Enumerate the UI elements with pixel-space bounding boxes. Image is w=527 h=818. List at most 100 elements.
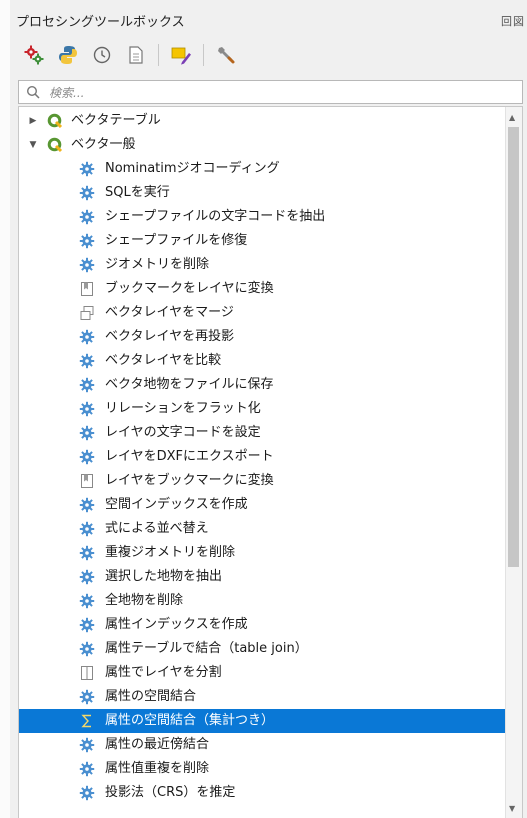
vertical-scrollbar[interactable]: ▲ ▼ xyxy=(505,107,522,818)
tree-item[interactable]: 式による並べ替え xyxy=(19,517,506,541)
tree-item[interactable]: 属性值重複を削除 xyxy=(19,757,506,781)
tree-group-vector-table[interactable]: ▶ ベクタテーブル xyxy=(19,109,506,133)
algorithm-gear-icon xyxy=(79,209,95,225)
algorithm-gear-icon xyxy=(79,257,95,273)
tree-item-label: ブックマークをレイヤに変換 xyxy=(105,281,274,296)
scroll-up-icon[interactable]: ▲ xyxy=(509,113,515,122)
tree-item-selected[interactable]: 属性の空間結合（集計つき） xyxy=(19,709,506,733)
algorithm-gear-icon xyxy=(79,185,95,201)
history-clock-icon[interactable] xyxy=(88,41,116,69)
tree-item[interactable]: 選択した地物を抽出 xyxy=(19,565,506,589)
python-scripts-icon[interactable] xyxy=(54,41,82,69)
tree-item[interactable]: レイヤの文字コードを設定 xyxy=(19,421,506,445)
tree-item-label: 属性でレイヤを分割 xyxy=(105,665,222,680)
search-input[interactable] xyxy=(47,83,511,103)
tree-item[interactable]: 重複ジオメトリを削除 xyxy=(19,541,506,565)
algorithm-tree: ▶ ベクタテーブル ▼ ベクタ一般 Nominatimジオコーディング SQLを実… xyxy=(18,106,523,818)
tree-item[interactable]: レイヤをブックマークに変換 xyxy=(19,469,506,493)
sigma-icon xyxy=(79,713,95,729)
tree-item-label: ベクタレイヤをマージ xyxy=(105,305,234,320)
tree-item-label: リレーションをフラット化 xyxy=(105,401,261,416)
tree-item-label: 投影法（CRS）を推定 xyxy=(105,785,236,800)
tree-item-label: 空間インデックスを作成 xyxy=(105,497,248,512)
bookmark-icon xyxy=(79,473,95,489)
tree-item-label: 式による並べ替え xyxy=(105,521,209,536)
algorithm-gear-icon xyxy=(79,785,95,801)
algorithm-gear-icon xyxy=(79,425,95,441)
algorithm-gear-icon xyxy=(79,329,95,345)
scroll-down-icon[interactable]: ▼ xyxy=(509,804,515,813)
results-viewer-icon[interactable] xyxy=(122,41,150,69)
search-icon xyxy=(26,85,40,99)
tree-item[interactable]: Nominatimジオコーディング xyxy=(19,157,506,181)
algorithm-gear-icon xyxy=(79,593,95,609)
scrollbar-thumb[interactable] xyxy=(508,127,519,567)
tree-item-label: シェープファイルを修復 xyxy=(105,233,248,248)
algorithm-gear-icon xyxy=(79,377,95,393)
tree-item-label: シェープファイルの文字コードを抽出 xyxy=(105,209,326,224)
tree-item[interactable]: レイヤをDXFにエクスポート xyxy=(19,445,506,469)
tree-item-label: 属性の最近傍結合 xyxy=(105,737,210,752)
toolbar-separator xyxy=(203,44,204,66)
tree-item-label: 選択した地物を抽出 xyxy=(105,569,223,584)
edit-features-in-place-icon[interactable] xyxy=(167,41,195,69)
tree-item-label: レイヤの文字コードを設定 xyxy=(105,425,261,440)
tree-item-label: 属性の空間結合（集計つき） xyxy=(105,713,275,728)
tree-group-vector-general[interactable]: ▼ ベクタ一般 xyxy=(19,133,506,157)
tree-item[interactable]: ベクタレイヤをマージ xyxy=(19,301,506,325)
tree-item-label: 属性の空間結合 xyxy=(105,689,197,704)
collapse-arrow-icon[interactable]: ▼ xyxy=(27,133,39,157)
tree-group-label: ベクタ一般 xyxy=(71,137,136,152)
panel-title: プロセシングツールボックス xyxy=(16,15,185,30)
algorithm-gear-icon xyxy=(79,545,95,561)
algorithm-gear-icon xyxy=(79,161,95,177)
panel-window-buttons[interactable]: 回図 xyxy=(501,13,525,29)
search-box xyxy=(18,80,523,104)
expand-arrow-icon[interactable]: ▶ xyxy=(27,109,39,133)
tree-item-label: 属性值重複を削除 xyxy=(105,761,210,776)
tree-item[interactable]: シェープファイルの文字コードを抽出 xyxy=(19,205,506,229)
tree-group-label: ベクタテーブル xyxy=(71,113,161,128)
tree-item[interactable]: 属性の空間結合 xyxy=(19,685,506,709)
tree-item[interactable]: ベクタ地物をファイルに保存 xyxy=(19,373,506,397)
algorithm-gear-icon xyxy=(79,569,95,585)
toolbar xyxy=(20,36,240,74)
qgis-logo-icon xyxy=(47,137,63,153)
tree-item[interactable]: 全地物を削除 xyxy=(19,589,506,613)
tree-item[interactable]: ベクタレイヤを比較 xyxy=(19,349,506,373)
tree-item-label: SQLを実行 xyxy=(105,185,170,200)
tree-item-label: ベクタ地物をファイルに保存 xyxy=(105,377,274,392)
algorithm-gear-icon xyxy=(79,617,95,633)
tree-item-label: 属性インデックスを作成 xyxy=(105,617,248,632)
merge-layers-icon xyxy=(79,305,95,321)
tree-item[interactable]: SQLを実行 xyxy=(19,181,506,205)
algorithm-gear-icon xyxy=(79,689,95,705)
tree-item[interactable]: 空間インデックスを作成 xyxy=(19,493,506,517)
algorithm-gear-icon xyxy=(79,233,95,249)
tree-item[interactable]: リレーションをフラット化 xyxy=(19,397,506,421)
tree-item[interactable]: ジオメトリを削除 xyxy=(19,253,506,277)
algorithm-gear-icon xyxy=(79,761,95,777)
algorithm-gear-icon xyxy=(79,449,95,465)
options-wrench-icon[interactable] xyxy=(212,41,240,69)
split-layer-icon xyxy=(79,665,95,681)
tree-item-label: 重複ジオメトリを削除 xyxy=(105,545,236,560)
qgis-logo-icon xyxy=(47,113,63,129)
algorithm-gear-icon xyxy=(79,521,95,537)
tree-item-label: レイヤをDXFにエクスポート xyxy=(105,449,274,464)
tree-item[interactable]: 属性テーブルで結合（table join） xyxy=(19,637,506,661)
tree-item[interactable]: シェープファイルを修復 xyxy=(19,229,506,253)
tree-item[interactable]: 属性でレイヤを分割 xyxy=(19,661,506,685)
tree-item-label: レイヤをブックマークに変換 xyxy=(105,473,274,488)
tree-item[interactable]: 属性の最近傍結合 xyxy=(19,733,506,757)
tree-item[interactable]: 投影法（CRS）を推定 xyxy=(19,781,506,805)
bookmark-icon xyxy=(79,281,95,297)
tree-item-label: ジオメトリを削除 xyxy=(105,257,210,272)
tree-item[interactable]: ベクタレイヤを再投影 xyxy=(19,325,506,349)
models-gear-icon[interactable] xyxy=(20,41,48,69)
toolbar-separator xyxy=(158,44,159,66)
tree-item[interactable]: ブックマークをレイヤに変換 xyxy=(19,277,506,301)
tree-item-label: ベクタレイヤを再投影 xyxy=(105,329,235,344)
tree-item[interactable]: 属性インデックスを作成 xyxy=(19,613,506,637)
tree-item-label: ベクタレイヤを比較 xyxy=(105,353,222,368)
